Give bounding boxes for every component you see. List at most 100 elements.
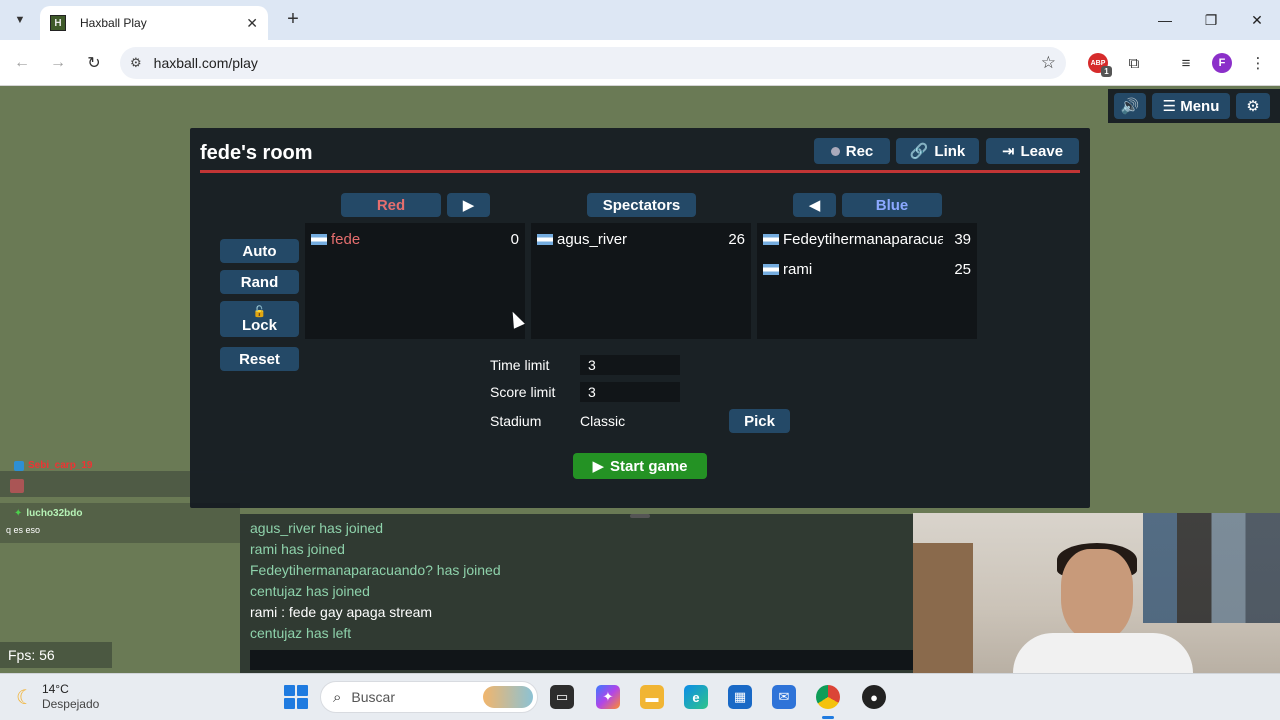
chat-line: centujaz has joined [250,583,370,599]
stream-user-name: Sebi_carp_19 [28,460,93,471]
temperature: 14°C [41,682,69,696]
blue-team-header[interactable]: Blue [842,193,942,217]
chat-line: rami has joined [250,541,345,557]
leave-label: Leave [1020,142,1064,160]
move-right-arrow-icon[interactable]: ▶ [447,193,490,217]
extension-count: 1 [1101,66,1112,77]
score-limit-field[interactable]: 3 [580,382,680,402]
stadium-label: Stadium [490,413,542,429]
search-placeholder: Buscar [351,689,395,705]
room-title: fede's room [200,142,313,164]
chat-line: agus_river has joined [250,520,384,536]
chat-input[interactable] [250,650,913,670]
taskbar-search[interactable]: ⌕ Buscar [320,681,538,713]
window-close-icon[interactable]: ✕ [1242,8,1272,32]
browser-tab-bar: ▼ H Haxball Play ✕ + — ❐ ✕ [0,0,1280,40]
address-bar[interactable]: ⚙ haxball.com/play ☆ [120,47,1066,79]
active-app-indicator [822,716,834,719]
argentina-flag-icon [763,263,779,275]
reload-icon[interactable]: ↻ [82,51,106,75]
chrome-icon[interactable] [816,685,840,709]
start-game-button[interactable]: ▶ Start game [573,453,707,479]
pick-stadium-button[interactable]: Pick [729,409,790,433]
red-team-list[interactable]: fede 0 [305,223,525,339]
overlay-band [190,473,266,497]
spectators-list[interactable]: agus_river 26 [531,223,751,339]
spectators-header[interactable]: Spectators [587,193,696,217]
forward-icon[interactable]: → [46,51,70,75]
leave-icon: ⇥ [1001,143,1015,160]
webcam-person [1013,633,1193,673]
time-limit-field[interactable]: 3 [580,355,680,375]
tab-search-icon[interactable]: ▼ [8,8,32,32]
rec-label: Rec [845,142,874,160]
score-limit-label: Score limit [490,384,556,400]
link-icon: 🔗 [909,143,929,160]
back-icon[interactable]: ← [10,51,34,75]
webcam-background [1143,513,1280,623]
browser-menu-icon[interactable]: ⋮ [1246,51,1270,75]
settings-gear-icon[interactable]: ⚙ [1236,93,1270,119]
webcam-overlay [913,513,1280,673]
chat-resize-handle[interactable] [630,514,650,518]
task-view-icon[interactable]: ▭ [550,685,574,709]
browser-tab[interactable]: H Haxball Play ✕ [40,6,268,40]
moon-icon: ☾ [16,686,34,709]
stadium-value: Classic [580,413,626,429]
windows-start-icon[interactable] [284,685,308,709]
move-left-arrow-icon[interactable]: ◀ [793,193,836,217]
search-icon: ⌕ [333,688,342,706]
minimize-icon[interactable]: — [1150,8,1180,32]
star-icon: ✦ [14,508,23,519]
tab-close-icon[interactable]: ✕ [246,15,258,32]
url-text: haxball.com/play [153,55,258,71]
stream-chat-message: q es eso [6,525,41,535]
new-tab-icon[interactable]: + [282,8,304,30]
link-button[interactable]: 🔗 Link [896,138,979,164]
adblock-extension-icon[interactable]: ABP 1 [1086,51,1112,77]
argentina-flag-icon [311,233,327,245]
list-item[interactable]: agus_river 26 [537,228,745,250]
file-explorer-icon[interactable]: ▬ [640,685,664,709]
stream-chat-user: Sebi_carp_19 [14,460,93,471]
sound-icon[interactable]: 🔊 [1114,93,1146,119]
room-dialog: fede's room Rec 🔗 Link ⇥ Leave Auto Rand 🔓… [190,128,1090,508]
player-name: Fedeytihermanaparacuando? [783,230,943,248]
game-canvas: 🔊 ☰ Menu ⚙ fede's room Rec 🔗 Link ⇥ Leave … [0,87,1280,673]
copilot-icon[interactable]: ✦ [596,685,620,709]
obs-icon[interactable]: ● [862,685,886,709]
player-ping: 0 [510,230,519,248]
red-team-header[interactable]: Red [341,193,441,217]
lock-button[interactable]: 🔓 Lock [220,301,299,337]
weather-widget[interactable]: ☾ 14°C Despejado [16,682,99,712]
list-item[interactable]: fede 0 [311,228,519,250]
leave-button[interactable]: ⇥ Leave [986,138,1079,164]
browser-toolbar: ← → ↻ ⚙ haxball.com/play ☆ ABP 1 ⧉ ≡ F ⋮ [0,40,1280,86]
bookmark-star-icon[interactable]: ☆ [1041,53,1056,73]
site-info-icon[interactable]: ⚙ [130,55,142,71]
store-icon[interactable]: ▦ [728,685,752,709]
auto-button[interactable]: Auto [220,239,299,263]
outlook-icon[interactable]: ✉ [772,685,796,709]
game-chat: agus_river has joined rami has joined Fe… [240,514,913,673]
reset-button[interactable]: Reset [220,347,299,371]
menu-button[interactable]: ☰ Menu [1152,93,1230,119]
player-ping: 39 [954,230,971,248]
link-label: Link [934,142,966,160]
extensions-puzzle-icon[interactable]: ⧉ [1122,51,1146,75]
webcam-background [913,543,973,673]
rand-button[interactable]: Rand [220,270,299,294]
profile-avatar[interactable]: F [1210,51,1234,75]
player-name: fede [331,230,361,248]
tab-title: Haxball Play [80,16,147,30]
list-item[interactable]: rami 25 [763,258,971,280]
media-control-icon[interactable]: ≡ [1174,51,1198,75]
edge-icon[interactable]: e [684,685,708,709]
argentina-flag-icon [537,233,553,245]
rec-button[interactable]: Rec [814,138,890,164]
game-top-right-bar: 🔊 ☰ Menu ⚙ [1108,89,1280,123]
blue-team-list[interactable]: Fedeytihermanaparacuando? 39 rami 25 [757,223,977,339]
menu-label: Menu [1180,97,1220,115]
restore-icon[interactable]: ❐ [1196,8,1226,32]
list-item[interactable]: Fedeytihermanaparacuando? 39 [763,228,971,250]
